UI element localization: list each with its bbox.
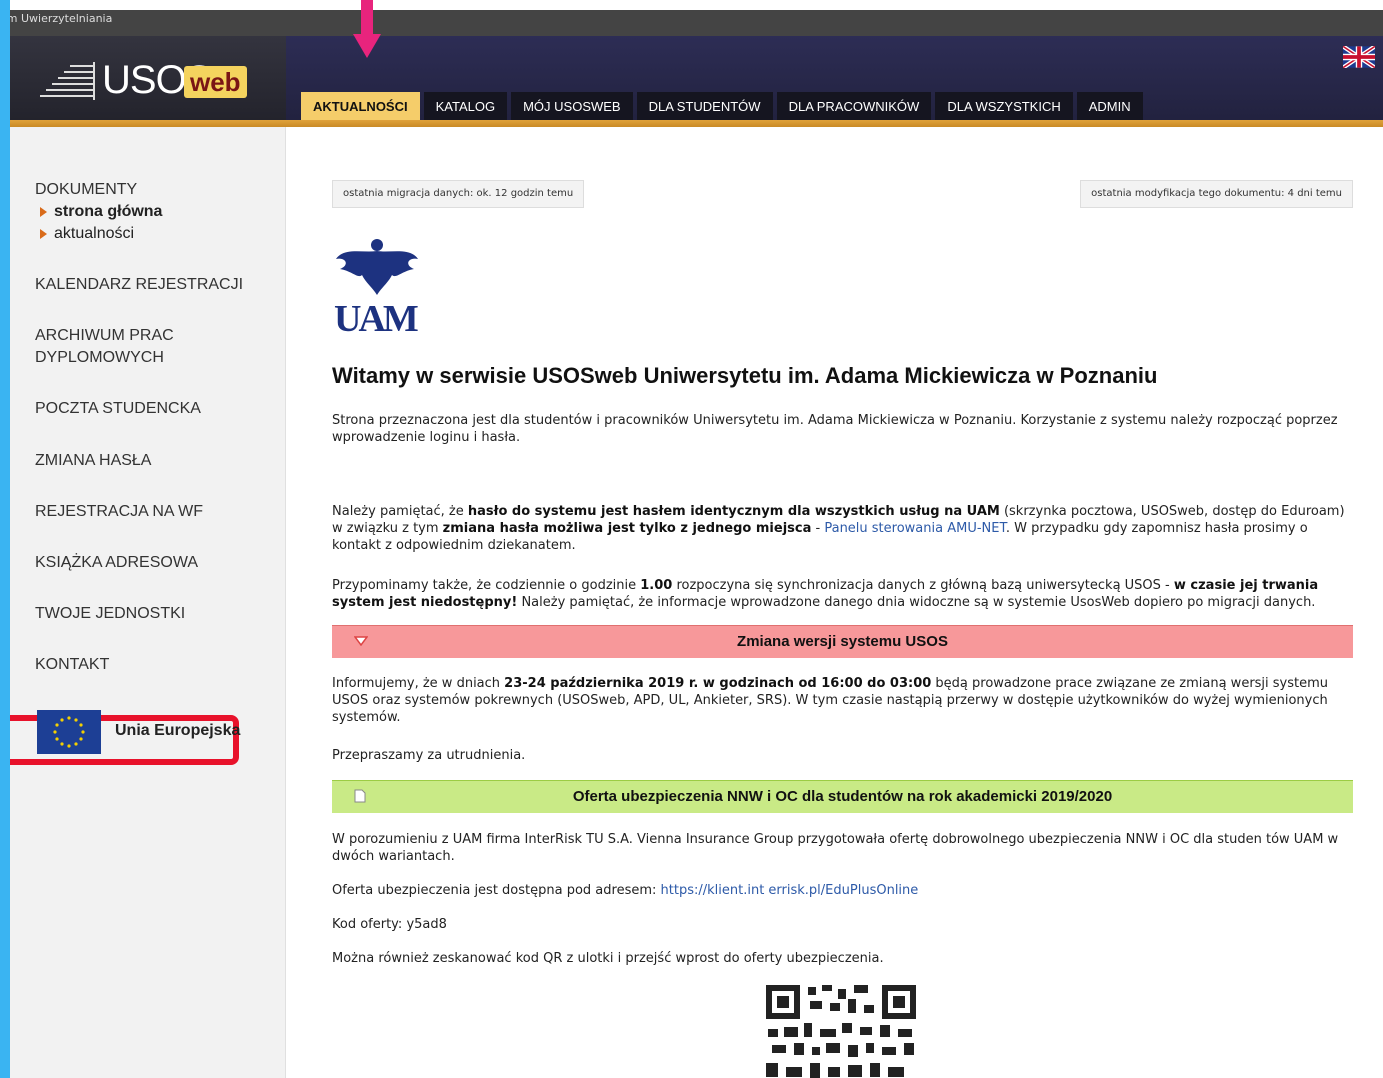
site-header: USOS web AKTUALNOŚCI KATALOG MÓJ USOSWEB… (10, 36, 1383, 122)
page-title: Witamy w serwisie USOSweb Uniwersytetu i… (332, 363, 1158, 388)
password-info-paragraph: Należy pamiętać, że hasło do systemu jes… (332, 504, 1345, 553)
intro-paragraph: Strona przeznaczona jest dla studentów i… (332, 413, 1338, 445)
bullet-arrow-icon (40, 228, 47, 239)
eu-flag-icon (37, 710, 101, 754)
sidebar-item-poczta-studencka[interactable]: POCZTA STUDENCKA (35, 398, 201, 420)
offer-code-paragraph: Kod oferty: y5ad8 (332, 917, 447, 932)
insurance-link-paragraph: Oferta ubezpieczenia jest dostępna pod a… (332, 883, 919, 898)
sidebar-item-dokumenty[interactable]: DOKUMENTY (35, 179, 137, 201)
sidebar-item-zmiana-hasla[interactable]: ZMIANA HASŁA (35, 450, 151, 472)
sidebar-item-twoje-jednostki[interactable]: TWOJE JEDNOSTKI (35, 603, 185, 625)
tab-aktualnosci[interactable]: AKTUALNOŚCI (301, 92, 420, 122)
sidebar: DOKUMENTY strona główna aktualności KALE… (10, 127, 286, 1078)
tab-dla-studentow[interactable]: DLA STUDENTÓW (636, 92, 773, 122)
eagle-icon (336, 239, 418, 295)
uk-flag-icon[interactable] (1343, 46, 1375, 68)
modification-status: ostatnia modyfikacja tego dokumentu: 4 d… (1080, 180, 1353, 208)
annotation-arrow-icon (353, 0, 381, 60)
qr-info-paragraph: Można również zeskanować kod QR z ulotki… (332, 951, 884, 966)
document-icon[interactable] (354, 789, 366, 803)
insurance-link[interactable]: https://klient.int errisk.pl/EduPlusOnli… (661, 883, 919, 898)
usosweb-logo[interactable]: USOS web (32, 56, 262, 104)
migration-status: ostatnia migracja danych: ok. 12 godzin … (332, 180, 585, 208)
sidebar-item-rejestracja-na-wf[interactable]: REJESTRACJA NA WF (35, 501, 203, 523)
sidebar-item-ksiazka-adresowa[interactable]: KSIĄŻKA ADRESOWA (35, 552, 198, 574)
top-bar: em Uwierzytelniania (10, 10, 1383, 36)
news-banner-insurance[interactable]: Oferta ubezpieczenia NNW i OC dla studen… (332, 780, 1353, 813)
tab-dla-wszystkich[interactable]: DLA WSZYSTKICH (935, 92, 1073, 122)
news-banner-usos-version[interactable]: Zmiana wersji systemu USOS (332, 625, 1353, 658)
version-change-paragraph: Informujemy, że w dniach 23-24 październ… (332, 676, 1329, 725)
tab-moj-usosweb[interactable]: MÓJ USOSWEB (511, 92, 633, 122)
apology-paragraph: Przepraszamy za utrudnienia. (332, 748, 526, 763)
bullet-arrow-icon (40, 206, 47, 217)
tab-dla-pracownikow[interactable]: DLA PRACOWNIKÓW (776, 92, 932, 122)
crest-text: UAM (334, 298, 419, 340)
uam-crest-logo: UAM (332, 235, 422, 340)
top-bar-label: em Uwierzytelniania (10, 12, 113, 25)
sidebar-item-kalendarz-rejestracji[interactable]: KALENDARZ REJESTRACJI (35, 274, 243, 296)
sidebar-subitem-aktualnosci[interactable]: aktualności (40, 223, 134, 245)
main-nav: AKTUALNOŚCI KATALOG MÓJ USOSWEB DLA STUD… (301, 92, 1143, 122)
page-frame: em Uwierzytelniania USOS web AKTUALNOŚCI… (10, 0, 1383, 1078)
tab-admin[interactable]: ADMIN (1076, 92, 1143, 122)
amu-net-link[interactable]: Panelu sterowania AMU-NET (824, 521, 1006, 536)
sidebar-item-kontakt[interactable]: KONTAKT (35, 654, 109, 676)
sidebar-subitem-strona-glowna[interactable]: strona główna (40, 201, 162, 223)
collapse-triangle-icon[interactable] (354, 636, 368, 646)
logo-wings-icon (40, 62, 95, 100)
insurance-paragraph: W porozumieniu z UAM firma InterRisk TU … (332, 832, 1339, 864)
logo-badge: web (184, 66, 247, 98)
header-divider (10, 120, 1383, 127)
qr-code-icon (764, 983, 918, 1078)
eu-label: Unia Europejska (115, 722, 241, 739)
tab-katalog[interactable]: KATALOG (423, 92, 508, 122)
sidebar-item-archiwum-prac[interactable]: ARCHIWUM PRAC DYPLOMOWYCH (35, 325, 174, 369)
sync-info-paragraph: Przypominamy także, że codziennie o godz… (332, 578, 1319, 610)
